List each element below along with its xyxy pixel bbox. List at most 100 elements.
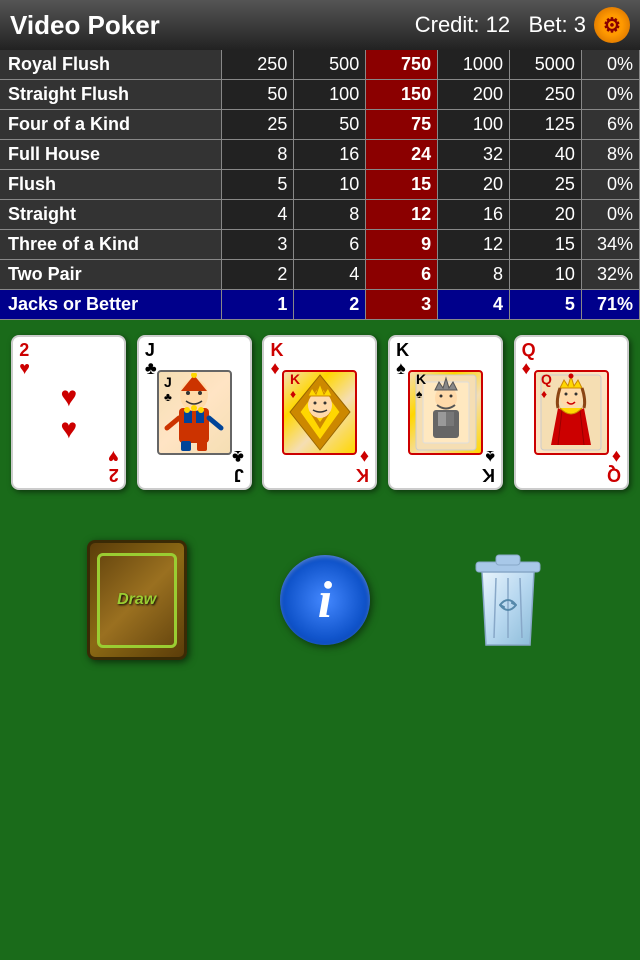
svg-text:♦: ♦ bbox=[541, 387, 547, 401]
card-corner-tl-2: J♣ bbox=[145, 341, 157, 377]
paytable-row-7-col-4: 10 bbox=[509, 260, 581, 290]
paytable-row-0-col-3: 1000 bbox=[438, 50, 510, 80]
paytable-row-6-name: Three of a Kind bbox=[0, 230, 222, 260]
paytable-row-6-col-4: 15 bbox=[509, 230, 581, 260]
paytable-row-2-col-0: 25 bbox=[222, 110, 294, 140]
draw-button[interactable]: Draw bbox=[87, 540, 187, 660]
paytable-row-2-col-4: 125 bbox=[509, 110, 581, 140]
paytable-row-6-col-1: 6 bbox=[294, 230, 366, 260]
bottom-area: Draw i bbox=[0, 500, 640, 700]
paytable-row-4-col-1: 10 bbox=[294, 170, 366, 200]
paytable-row-1-col-0: 50 bbox=[222, 80, 294, 110]
card-5[interactable]: Q♦ Q bbox=[514, 335, 629, 490]
card-corner-br-4: K♠ bbox=[482, 448, 495, 484]
paytable-row-4-col-3: 20 bbox=[438, 170, 510, 200]
card-4[interactable]: K♠ K ♠ K♠ bbox=[388, 335, 503, 490]
paytable-row-7-name: Two Pair bbox=[0, 260, 222, 290]
paytable-row-2-name: Four of a Kind bbox=[0, 110, 222, 140]
paytable-row-4-col-2: 15 bbox=[366, 170, 438, 200]
paytable-row-8-pct: 71% bbox=[581, 290, 639, 320]
paytable-row-0-pct: 0% bbox=[581, 50, 639, 80]
card-1[interactable]: 2♥ ♥♥ 2♥ bbox=[11, 335, 126, 490]
paytable-row-3-col-0: 8 bbox=[222, 140, 294, 170]
paytable-row-3-col-1: 16 bbox=[294, 140, 366, 170]
cards-area: 2♥ ♥♥ 2♥ J♣ bbox=[0, 320, 640, 500]
paytable-row-8-col-0: 1 bbox=[222, 290, 294, 320]
paytable-row-1-col-4: 250 bbox=[509, 80, 581, 110]
card-corner-tl-1: 2♥ bbox=[19, 341, 30, 377]
card-corner-br-1: 2♥ bbox=[108, 448, 119, 484]
paytable-row-5-col-1: 8 bbox=[294, 200, 366, 230]
paytable-row-1-pct: 0% bbox=[581, 80, 639, 110]
paytable-row-1-col-3: 200 bbox=[438, 80, 510, 110]
paytable-row-0-name: Royal Flush bbox=[0, 50, 222, 80]
paytable-row-5-name: Straight bbox=[0, 200, 222, 230]
paytable-row-4-name: Flush bbox=[0, 170, 222, 200]
paytable-row-0-col-0: 250 bbox=[222, 50, 294, 80]
paytable-row-5-pct: 0% bbox=[581, 200, 639, 230]
svg-text:Q: Q bbox=[541, 371, 552, 387]
paytable-row-1-col-2: 150 bbox=[366, 80, 438, 110]
credit-value: 12 bbox=[486, 12, 510, 37]
paytable-row-1-col-1: 100 bbox=[294, 80, 366, 110]
paytable-row-7-pct: 32% bbox=[581, 260, 639, 290]
paytable-row-3-pct: 8% bbox=[581, 140, 639, 170]
paytable-row-0-col-4: 5000 bbox=[509, 50, 581, 80]
paytable: Royal Flush250500750100050000%Straight F… bbox=[0, 50, 640, 320]
trash-icon bbox=[468, 550, 548, 650]
paytable-row-2-col-3: 100 bbox=[438, 110, 510, 140]
paytable-row-5-col-0: 4 bbox=[222, 200, 294, 230]
paytable-row-1-name: Straight Flush bbox=[0, 80, 222, 110]
settings-icon[interactable]: ⚙ bbox=[594, 7, 630, 43]
paytable-row-7-col-3: 8 bbox=[438, 260, 510, 290]
svg-text:♦: ♦ bbox=[290, 387, 296, 401]
paytable-row-2-col-2: 75 bbox=[366, 110, 438, 140]
draw-button-label: Draw bbox=[117, 591, 156, 609]
paytable-row-7-col-0: 2 bbox=[222, 260, 294, 290]
paytable-row-8-col-1: 2 bbox=[294, 290, 366, 320]
credit-label: Credit: 12 Bet: 3 bbox=[415, 12, 586, 38]
trash-button[interactable] bbox=[463, 545, 553, 655]
card-corner-br-5: Q♦ bbox=[607, 448, 621, 484]
card-3[interactable]: K♦ K ♦ K♦ bbox=[262, 335, 377, 490]
paytable-row-2-col-1: 50 bbox=[294, 110, 366, 140]
paytable-row-3-name: Full House bbox=[0, 140, 222, 170]
paytable-row-6-col-0: 3 bbox=[222, 230, 294, 260]
paytable-row-5-col-3: 16 bbox=[438, 200, 510, 230]
paytable-row-6-col-3: 12 bbox=[438, 230, 510, 260]
svg-text:J: J bbox=[164, 374, 172, 390]
paytable-row-4-col-0: 5 bbox=[222, 170, 294, 200]
paytable-row-3-col-4: 40 bbox=[509, 140, 581, 170]
paytable-row-8-col-4: 5 bbox=[509, 290, 581, 320]
info-icon: i bbox=[318, 571, 332, 630]
card-2[interactable]: J♣ bbox=[137, 335, 252, 490]
credit-area: Credit: 12 Bet: 3 ⚙ bbox=[415, 7, 630, 43]
paytable-row-4-pct: 0% bbox=[581, 170, 639, 200]
card-center-1: ♥♥ bbox=[60, 373, 77, 453]
paytable-row-6-pct: 34% bbox=[581, 230, 639, 260]
paytable-row-8-name: Jacks or Better bbox=[0, 290, 222, 320]
card-center-4: K ♠ bbox=[408, 370, 483, 455]
paytable-row-8-col-3: 4 bbox=[438, 290, 510, 320]
paytable-row-4-col-4: 25 bbox=[509, 170, 581, 200]
card-center-5: Q ♦ bbox=[534, 370, 609, 455]
paytable-row-2-pct: 6% bbox=[581, 110, 639, 140]
card-corner-br-3: K♦ bbox=[356, 448, 369, 484]
svg-text:♠: ♠ bbox=[416, 387, 423, 401]
paytable-row-0-col-2: 750 bbox=[366, 50, 438, 80]
svg-text:K: K bbox=[416, 371, 426, 387]
card-corner-br-2: J♣ bbox=[232, 448, 244, 484]
card-corner-tl-4: K♠ bbox=[396, 341, 409, 377]
bet-value: 3 bbox=[574, 12, 586, 37]
card-corner-tl-5: Q♦ bbox=[522, 341, 536, 377]
card-corner-tl-3: K♦ bbox=[270, 341, 283, 377]
card-center-2: J ♣ bbox=[157, 370, 232, 455]
header: Video Poker Credit: 12 Bet: 3 ⚙ bbox=[0, 0, 640, 50]
card-center-3: K ♦ bbox=[282, 370, 357, 455]
info-button[interactable]: i bbox=[280, 555, 370, 645]
app-title: Video Poker bbox=[10, 10, 160, 41]
paytable-row-6-col-2: 9 bbox=[366, 230, 438, 260]
paytable-row-3-col-3: 32 bbox=[438, 140, 510, 170]
paytable-row-0-col-1: 500 bbox=[294, 50, 366, 80]
paytable-row-5-col-2: 12 bbox=[366, 200, 438, 230]
